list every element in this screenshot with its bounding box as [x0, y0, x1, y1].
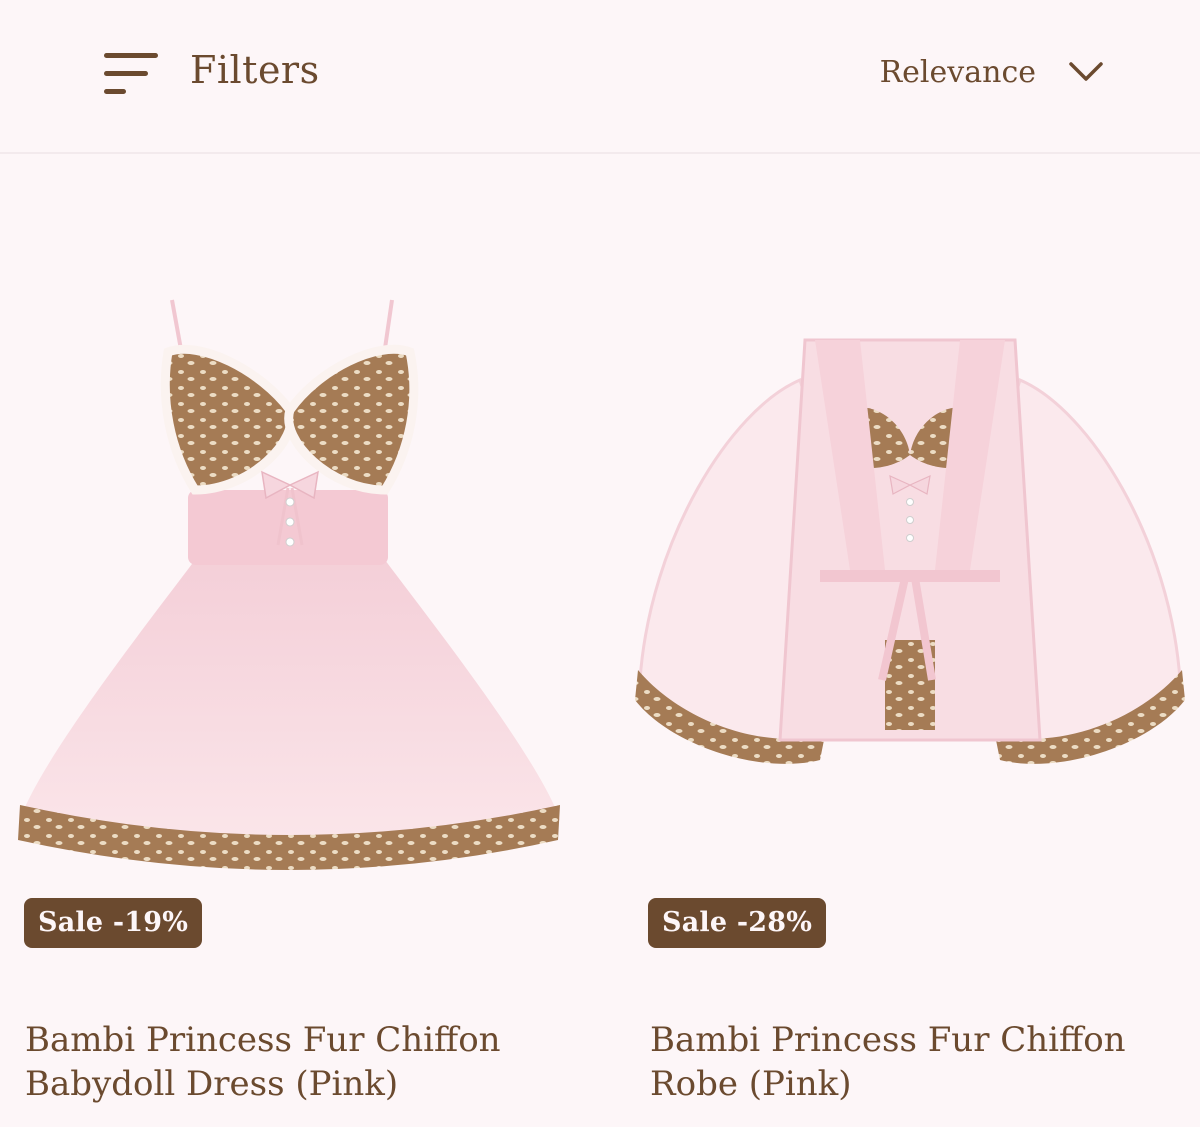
sale-badge: Sale -19%: [24, 898, 203, 948]
top-toolbar: Filters Relevance: [0, 0, 1200, 154]
product-title-line-2: Robe (Pink): [650, 1064, 852, 1104]
product-title[interactable]: Bambi Princess Fur Chiffon Babydoll Dres…: [25, 1018, 545, 1106]
menu-lines-icon: [100, 45, 160, 95]
filters-button[interactable]: Filters: [100, 40, 320, 100]
product-card-babydoll-dress[interactable]: Sale -19% Bambi Princess Fur Chiffon Bab…: [0, 200, 560, 1127]
filters-label: Filters: [190, 48, 320, 92]
chevron-down-icon: [1069, 62, 1103, 81]
product-title-line-1: Bambi Princess Fur Chiffon: [650, 1020, 1126, 1060]
product-title-line-1: Bambi Princess Fur Chiffon: [25, 1020, 501, 1060]
sale-badge: Sale -28%: [648, 898, 827, 948]
product-title-line-2: Babydoll Dress (Pink): [25, 1064, 399, 1104]
product-image-babydoll-dress[interactable]: [0, 240, 580, 900]
product-title[interactable]: Bambi Princess Fur Chiffon Robe (Pink): [650, 1018, 1170, 1106]
product-image-robe[interactable]: [620, 240, 1200, 900]
product-card-robe[interactable]: Sale -28% Bambi Princess Fur Chiffon Rob…: [620, 200, 1185, 1127]
sort-dropdown[interactable]: Relevance: [880, 44, 1104, 100]
sort-selected-value: Relevance: [879, 54, 1036, 90]
